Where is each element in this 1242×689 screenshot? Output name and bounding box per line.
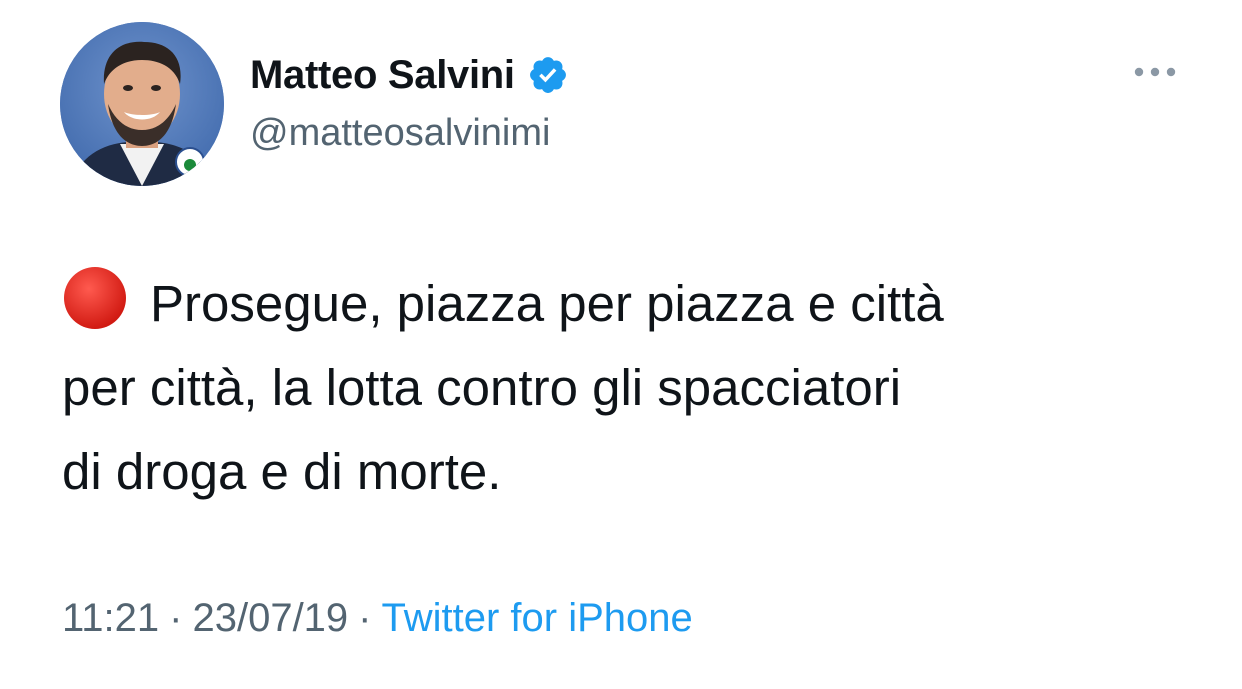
meta-separator: · (169, 596, 183, 640)
tweet-card: Matteo Salvini @matteosalvinimi Prosegue… (0, 0, 1242, 689)
avatar[interactable] (60, 22, 224, 186)
tweet-meta: 11:21 · 23/07/19 · Twitter for iPhone (62, 596, 693, 641)
tweet-text: Prosegue, piazza per piazza e città per … (62, 262, 1212, 514)
tweet-text-line-2: per città, la lotta contro gli spacciato… (62, 359, 902, 416)
red-circle-icon (62, 265, 128, 331)
author-display-name[interactable]: Matteo Salvini (250, 53, 515, 98)
tweet-text-line: Prosegue, piazza per piazza e città (62, 262, 1212, 346)
author-handle[interactable]: @matteosalvinimi (250, 112, 550, 155)
tweet-text-line-3: di droga e di morte. (62, 443, 502, 500)
meta-separator: · (358, 596, 372, 640)
more-horizontal-icon[interactable] (1132, 62, 1178, 82)
author-name-row: Matteo Salvini (250, 50, 569, 100)
avatar-image (60, 22, 224, 186)
tweet-date[interactable]: 23/07/19 (192, 596, 348, 640)
tweet-time[interactable]: 11:21 (62, 596, 159, 640)
tweet-text-line-1: Prosegue, piazza per piazza e città (150, 275, 944, 332)
tweet-source-link[interactable]: Twitter for iPhone (382, 596, 693, 640)
verified-badge-icon (527, 54, 569, 96)
